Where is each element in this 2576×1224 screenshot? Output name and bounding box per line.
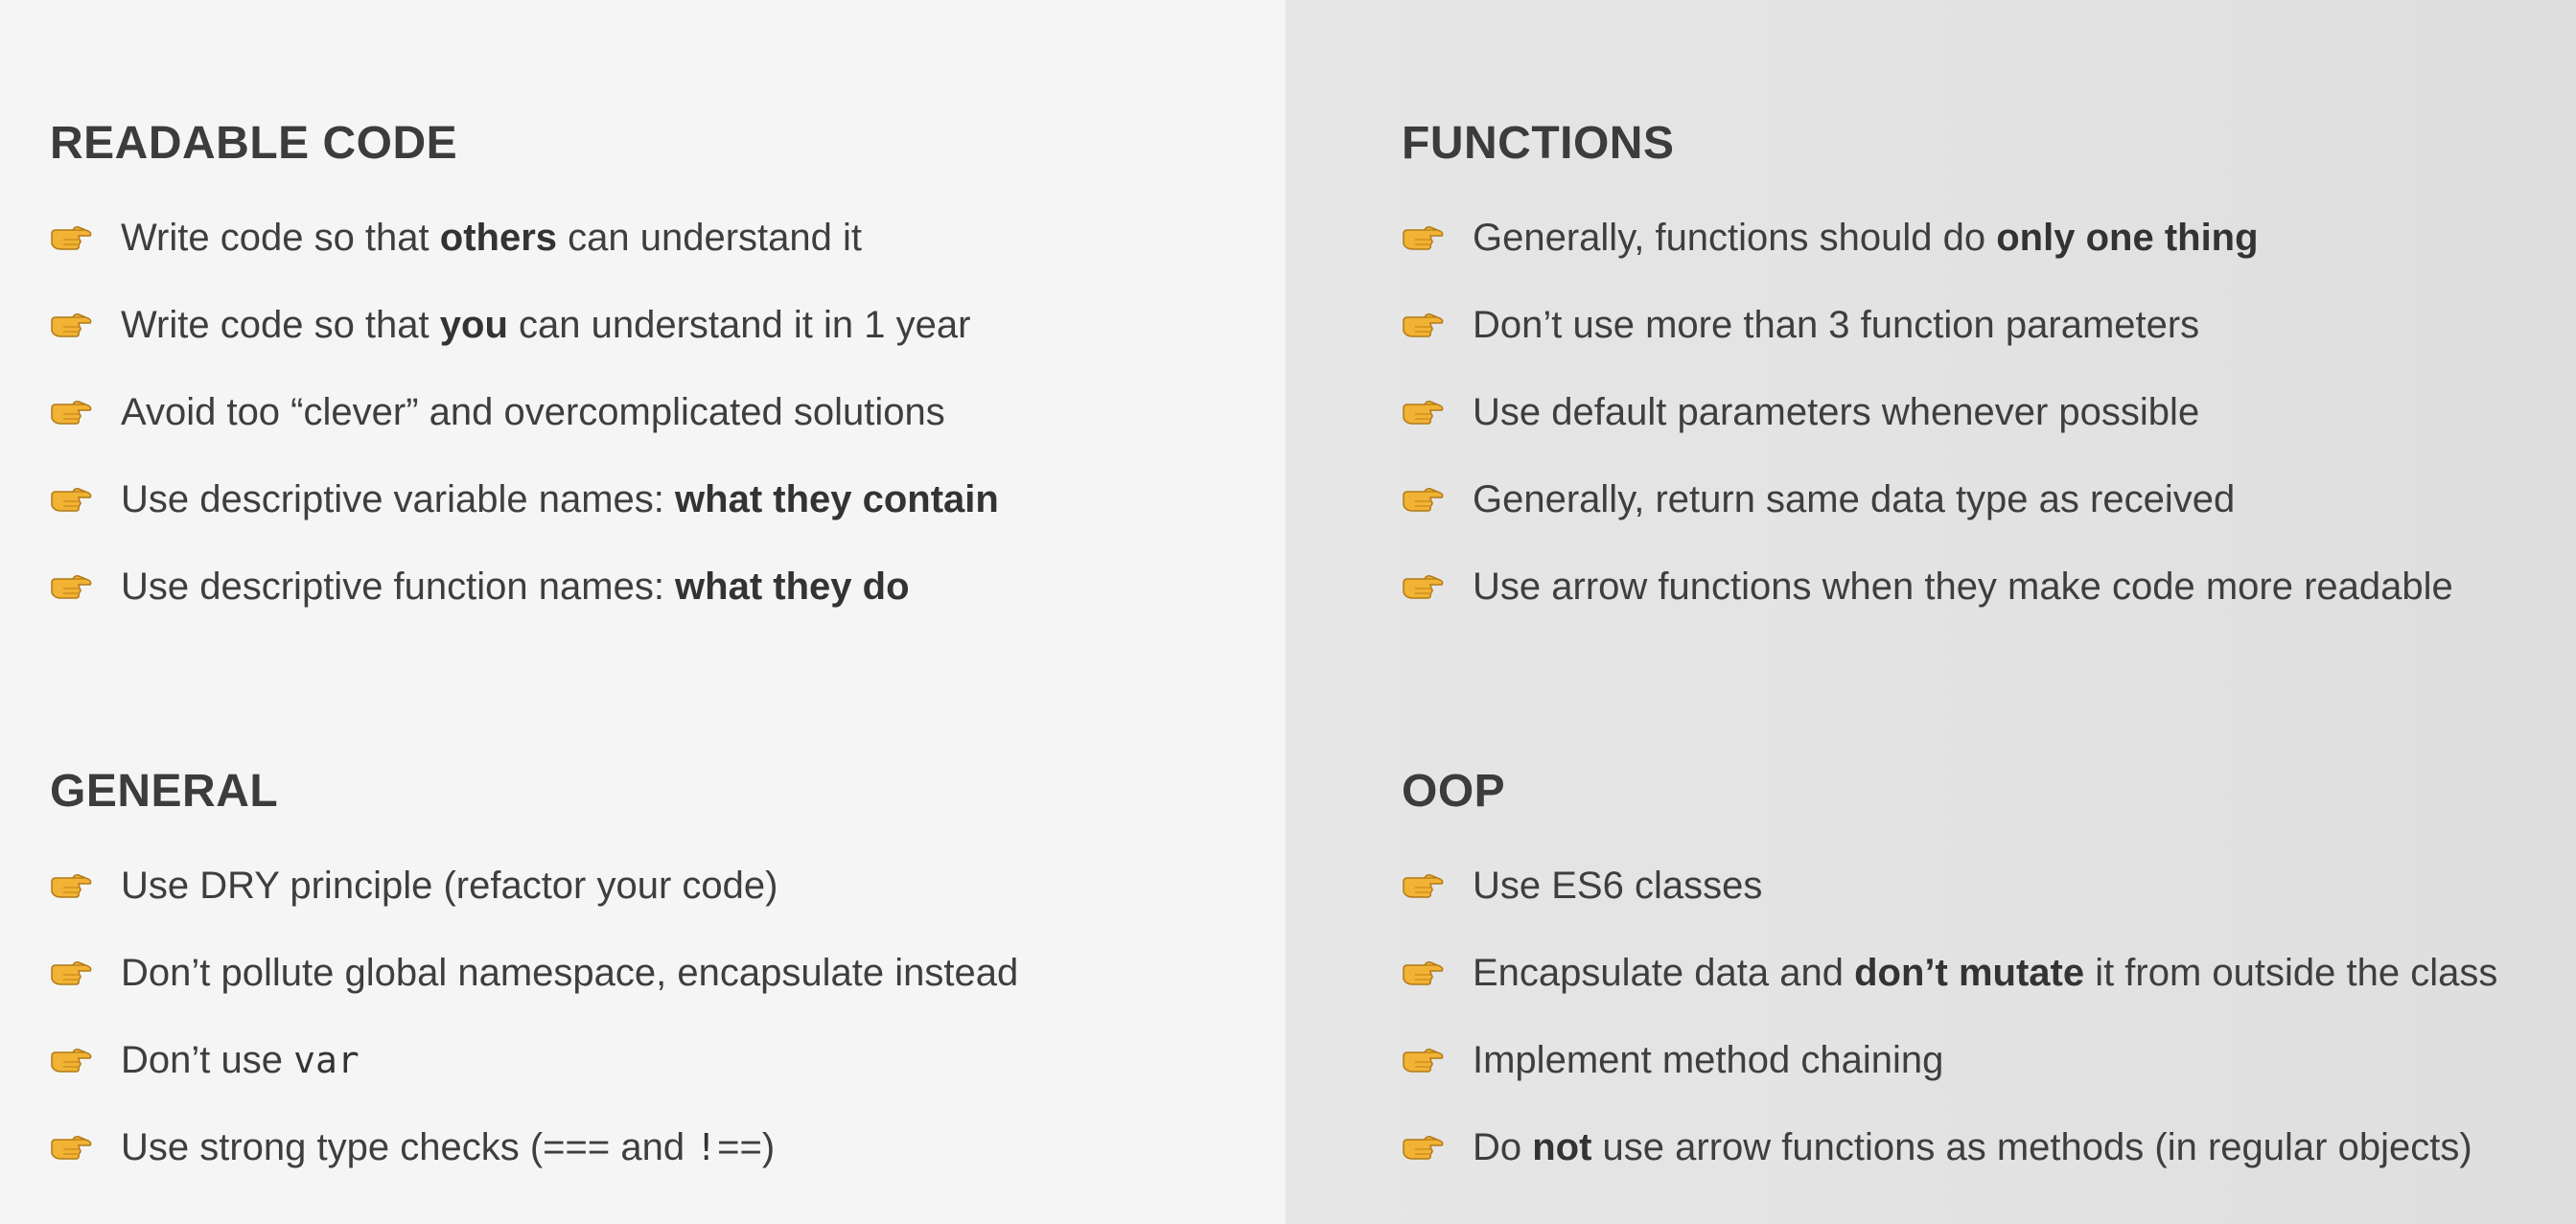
- list-item: Don’t use var: [50, 1031, 360, 1119]
- list-item-text: Use default parameters whenever possible: [1473, 391, 2200, 433]
- list-item-text: Generally, return same data type as rece…: [1473, 478, 2236, 520]
- list-item-text: Implement method chaining: [1473, 1039, 1944, 1081]
- list-item-text: Don’t pollute global namespace, encapsul…: [121, 952, 1019, 994]
- pointing-hand-icon: [1403, 488, 1444, 512]
- pointing-hand-icon: [1403, 1049, 1444, 1073]
- list-item-text: Use DRY principle (refactor your code): [121, 865, 778, 907]
- section-title: READABLE CODE: [50, 118, 458, 169]
- list-item-text: Use strong type checks (=== and !==): [121, 1126, 776, 1168]
- list-item-text: Don’t use var: [121, 1039, 360, 1081]
- list-item-text: Encapsulate data and don’t mutate it fro…: [1473, 952, 2498, 994]
- pointing-hand-icon: [1403, 575, 1444, 599]
- list-item: Implement method chaining: [1402, 1031, 1943, 1119]
- list-item-text: Use descriptive function names: what the…: [121, 566, 910, 608]
- list-item-text: Generally, functions should do only one …: [1473, 217, 2259, 259]
- pointing-hand-icon: [1403, 226, 1444, 250]
- pointing-hand-icon: [1403, 401, 1444, 425]
- list-item: Use descriptive variable names: what the…: [50, 471, 999, 558]
- list-item-text: Avoid too “clever” and overcomplicated s…: [121, 391, 945, 433]
- list-item: Write code so that you can understand it…: [50, 296, 970, 383]
- list-item-text: Use ES6 classes: [1473, 865, 1763, 907]
- section-title: GENERAL: [50, 766, 279, 817]
- list-item-text: Write code so that others can understand…: [121, 217, 863, 259]
- pointing-hand-icon: [51, 401, 92, 425]
- pointing-hand-icon: [51, 575, 92, 599]
- list-item: Use ES6 classes: [1402, 857, 1762, 944]
- general-list: Use DRY principle (refactor your code) D…: [50, 857, 1018, 1206]
- readable-code-list: Write code so that others can understand…: [50, 209, 999, 645]
- pointing-hand-icon: [1403, 961, 1444, 985]
- list-item: Use DRY principle (refactor your code): [50, 857, 777, 944]
- list-item-text: Don’t use more than 3 function parameter…: [1473, 304, 2200, 346]
- list-item-text: Do not use arrow functions as methods (i…: [1473, 1126, 2472, 1168]
- pointing-hand-icon: [1403, 313, 1444, 337]
- list-item: Don’t pollute global namespace, encapsul…: [50, 944, 1018, 1031]
- section-title: FUNCTIONS: [1402, 118, 1675, 169]
- list-item: Use strong type checks (=== and !==): [50, 1119, 775, 1206]
- list-item: Use default parameters whenever possible: [1402, 383, 2199, 471]
- list-item: Encapsulate data and don’t mutate it fro…: [1402, 944, 2497, 1031]
- pointing-hand-icon: [51, 1136, 92, 1160]
- list-item: Do not use arrow functions as methods (i…: [1402, 1119, 2472, 1206]
- functions-list: Generally, functions should do only one …: [1402, 209, 2453, 645]
- oop-section: OOP Use ES6 classes Encapsulate data and…: [1402, 763, 2497, 1206]
- pointing-hand-icon: [51, 1049, 92, 1073]
- pointing-hand-icon: [1403, 874, 1444, 898]
- pointing-hand-icon: [51, 961, 92, 985]
- list-item: Don’t use more than 3 function parameter…: [1402, 296, 2199, 383]
- list-item-text: Use arrow functions when they make code …: [1473, 566, 2453, 608]
- list-item-text: Use descriptive variable names: what the…: [121, 478, 999, 520]
- pointing-hand-icon: [51, 874, 92, 898]
- list-item: Use descriptive function names: what the…: [50, 558, 910, 645]
- list-item: Generally, return same data type as rece…: [1402, 471, 2235, 558]
- list-item-text: Write code so that you can understand it…: [121, 304, 971, 346]
- readable-code-section: READABLE CODE Write code so that others …: [50, 115, 999, 645]
- list-item: Use arrow functions when they make code …: [1402, 558, 2453, 645]
- pointing-hand-icon: [1403, 1136, 1444, 1160]
- pointing-hand-icon: [51, 313, 92, 337]
- general-section: GENERAL Use DRY principle (refactor your…: [50, 763, 1018, 1206]
- pointing-hand-icon: [51, 488, 92, 512]
- section-title: OOP: [1402, 766, 1506, 817]
- pointing-hand-icon: [51, 226, 92, 250]
- functions-section: FUNCTIONS Generally, functions should do…: [1402, 115, 2453, 645]
- list-item: Generally, functions should do only one …: [1402, 209, 2259, 296]
- list-item: Write code so that others can understand…: [50, 209, 862, 296]
- list-item: Avoid too “clever” and overcomplicated s…: [50, 383, 945, 471]
- oop-list: Use ES6 classes Encapsulate data and don…: [1402, 857, 2497, 1206]
